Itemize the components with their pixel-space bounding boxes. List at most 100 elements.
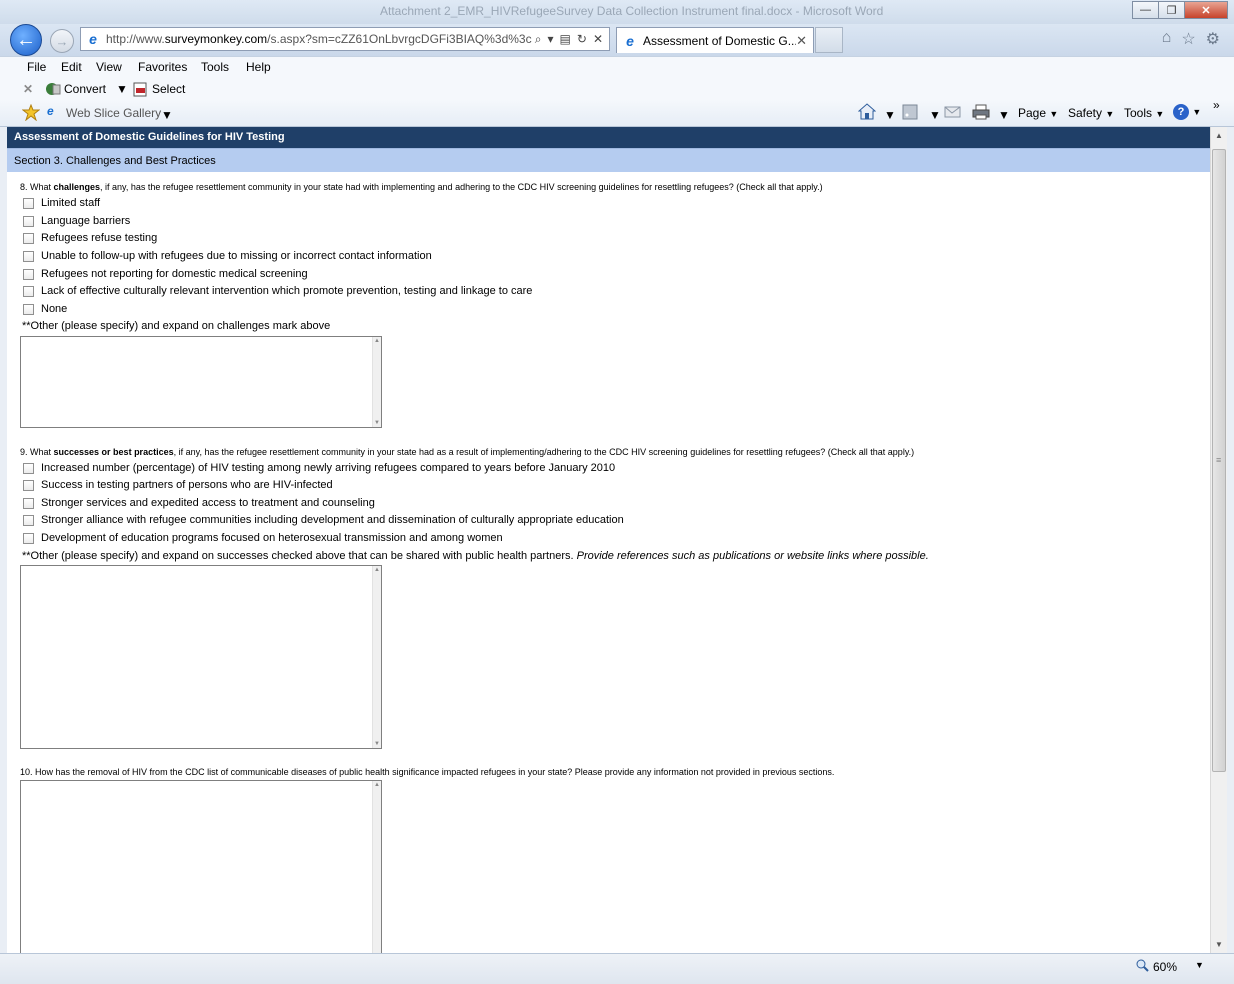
q8-option-not-reporting[interactable]: Refugees not reporting for domestic medi… (23, 268, 308, 280)
menu-view[interactable]: View (96, 60, 122, 74)
menu-favorites[interactable]: Favorites (138, 60, 187, 74)
q9-option-partner-testing[interactable]: Success in testing partners of persons w… (23, 479, 333, 491)
checkbox[interactable] (23, 268, 34, 280)
checkbox[interactable] (23, 232, 34, 244)
read-mail-icon[interactable] (944, 104, 961, 122)
q8-option-none[interactable]: None (23, 303, 67, 315)
zoom-control[interactable]: 60% (1136, 959, 1177, 975)
scrollbar-thumb[interactable]: ≡ (1212, 149, 1226, 772)
q8-option-unable-follow-up[interactable]: Unable to follow-up with refugees due to… (23, 250, 432, 262)
window-title-bar: Attachment 2_EMR_HIVRefugeeSurvey Data C… (0, 0, 1234, 24)
window-controls: — ❐ ✕ (1132, 1, 1228, 19)
web-slice-icon: e (47, 104, 54, 118)
address-bar[interactable]: e http://www.surveymonkey.com/s.aspx?sm=… (80, 27, 610, 51)
menu-help[interactable]: Help (246, 60, 271, 74)
zoom-dropdown-icon[interactable]: ▼ (1195, 960, 1204, 970)
feeds-dropdown-icon[interactable]: ▼ (929, 108, 941, 122)
textarea-scrollbar[interactable]: ▲ (372, 781, 381, 953)
convert-toolbar: ✕ Convert ▼ Select (0, 78, 1234, 100)
question-10-text: 10. How has the removal of HIV from the … (20, 767, 835, 777)
survey-title: Assessment of Domestic Guidelines for HI… (7, 127, 1210, 148)
q8-option-lack-intervention[interactable]: Lack of effective culturally relevant in… (23, 285, 532, 297)
help-icon[interactable]: ? ▼ (1173, 104, 1201, 120)
favorites-add-icon[interactable] (21, 103, 41, 124)
menu-edit[interactable]: Edit (61, 60, 82, 74)
navigation-bar: ← → e http://www.surveymonkey.com/s.aspx… (0, 24, 1234, 56)
checkbox[interactable] (23, 514, 34, 526)
new-tab-button[interactable] (815, 27, 843, 53)
refresh-icon[interactable]: ↻ (577, 32, 587, 47)
checkbox[interactable] (23, 303, 34, 315)
q10-textarea[interactable]: ▲ (20, 780, 382, 953)
q9-other-label: **Other (please specify) and expand on s… (22, 550, 929, 562)
convert-icon (45, 82, 61, 99)
q8-option-language-barriers[interactable]: Language barriers (23, 215, 130, 227)
close-toolbar-icon[interactable]: ✕ (23, 82, 33, 96)
q9-option-stronger-services[interactable]: Stronger services and expedited access t… (23, 497, 375, 509)
checkbox[interactable] (23, 462, 34, 474)
minimize-button[interactable]: — (1132, 1, 1159, 19)
q8-option-limited-staff[interactable]: Limited staff (23, 197, 100, 209)
q8-option-refuse-testing[interactable]: Refugees refuse testing (23, 232, 157, 244)
feeds-icon[interactable] (902, 104, 918, 123)
checkbox[interactable] (23, 285, 34, 297)
print-dropdown-icon[interactable]: ▼ (998, 108, 1010, 122)
q9-option-stronger-alliance[interactable]: Stronger alliance with refugee communiti… (23, 514, 624, 526)
menu-bar: File Edit View Favorites Tools Help (0, 56, 1234, 78)
home-dropdown-icon[interactable]: ▼ (884, 108, 896, 122)
zoom-level: 60% (1153, 960, 1178, 974)
settings-gear-icon[interactable]: ⚙ (1206, 29, 1220, 49)
forward-button[interactable]: → (50, 29, 74, 53)
ie-page-icon: e (89, 31, 97, 47)
browser-tab-active[interactable]: e Assessment of Domestic G... ✕ (616, 27, 814, 53)
maximize-button[interactable]: ❐ (1158, 1, 1185, 19)
print-icon[interactable] (972, 104, 990, 123)
toolbar-overflow-icon[interactable]: » (1213, 98, 1220, 112)
tab-close-icon[interactable]: ✕ (796, 33, 807, 49)
q8-other-label: **Other (please specify) and expand on c… (22, 320, 331, 332)
menu-file[interactable]: File (27, 60, 46, 74)
checkbox[interactable] (23, 479, 34, 491)
page-content: Assessment of Domestic Guidelines for HI… (7, 127, 1210, 953)
checkbox[interactable] (23, 532, 34, 544)
convert-dropdown-icon[interactable]: ▼ (116, 82, 128, 96)
compatibility-view-icon[interactable]: ▤ (560, 32, 571, 47)
convert-button[interactable]: Convert (64, 82, 106, 96)
page-menu[interactable]: Page ▼ (1018, 106, 1058, 120)
checkbox[interactable] (23, 215, 34, 227)
ie-tab-icon: e (626, 32, 634, 49)
address-url[interactable]: http://www.surveymonkey.com/s.aspx?sm=cZ… (106, 32, 535, 46)
checkbox[interactable] (23, 250, 34, 262)
search-icon[interactable]: ⌕ (535, 32, 542, 47)
web-slice-gallery-link[interactable]: Web Slice Gallery (66, 106, 161, 120)
select-icon (133, 82, 149, 100)
favorites-star-icon[interactable]: ☆ (1181, 29, 1195, 49)
window-title: Attachment 2_EMR_HIVRefugeeSurvey Data C… (380, 4, 884, 18)
textarea-scrollbar[interactable]: ▲ ▼ (372, 566, 381, 748)
home-toolbar-icon[interactable] (857, 103, 877, 123)
q8-other-textarea[interactable]: ▲ ▼ (20, 336, 382, 428)
scroll-down-icon[interactable]: ▼ (1215, 940, 1223, 949)
browser-right-icons: ⌂ ☆ ⚙ (1162, 29, 1220, 49)
tools-menu[interactable]: Tools ▼ (1124, 106, 1164, 120)
safety-menu[interactable]: Safety ▼ (1068, 106, 1114, 120)
close-window-button[interactable]: ✕ (1184, 1, 1228, 19)
web-slice-dropdown-icon[interactable]: ▼ (161, 108, 173, 122)
menu-tools[interactable]: Tools (201, 60, 229, 74)
stop-icon[interactable]: ✕ (593, 32, 603, 47)
q9-other-textarea[interactable]: ▲ ▼ (20, 565, 382, 749)
select-button[interactable]: Select (152, 82, 185, 96)
checkbox[interactable] (23, 497, 34, 509)
dropdown-arrow-icon[interactable]: ▾ (548, 32, 554, 47)
address-bar-icons: ⌕ ▾ ▤ ↻ ✕ (535, 32, 603, 47)
back-button[interactable]: ← (10, 24, 42, 56)
q9-option-education-programs[interactable]: Development of education programs focuse… (23, 532, 503, 544)
textarea-scrollbar[interactable]: ▲ ▼ (372, 337, 381, 427)
status-bar: 60% ▼ (0, 953, 1234, 984)
page-scrollbar[interactable]: ▲ ≡ ▼ (1210, 127, 1227, 953)
section-title: Section 3. Challenges and Best Practices (7, 148, 1210, 172)
home-icon[interactable]: ⌂ (1162, 29, 1172, 49)
q9-option-increased-testing[interactable]: Increased number (percentage) of HIV tes… (23, 462, 615, 474)
checkbox[interactable] (23, 197, 34, 209)
scroll-up-icon[interactable]: ▲ (1215, 131, 1223, 140)
